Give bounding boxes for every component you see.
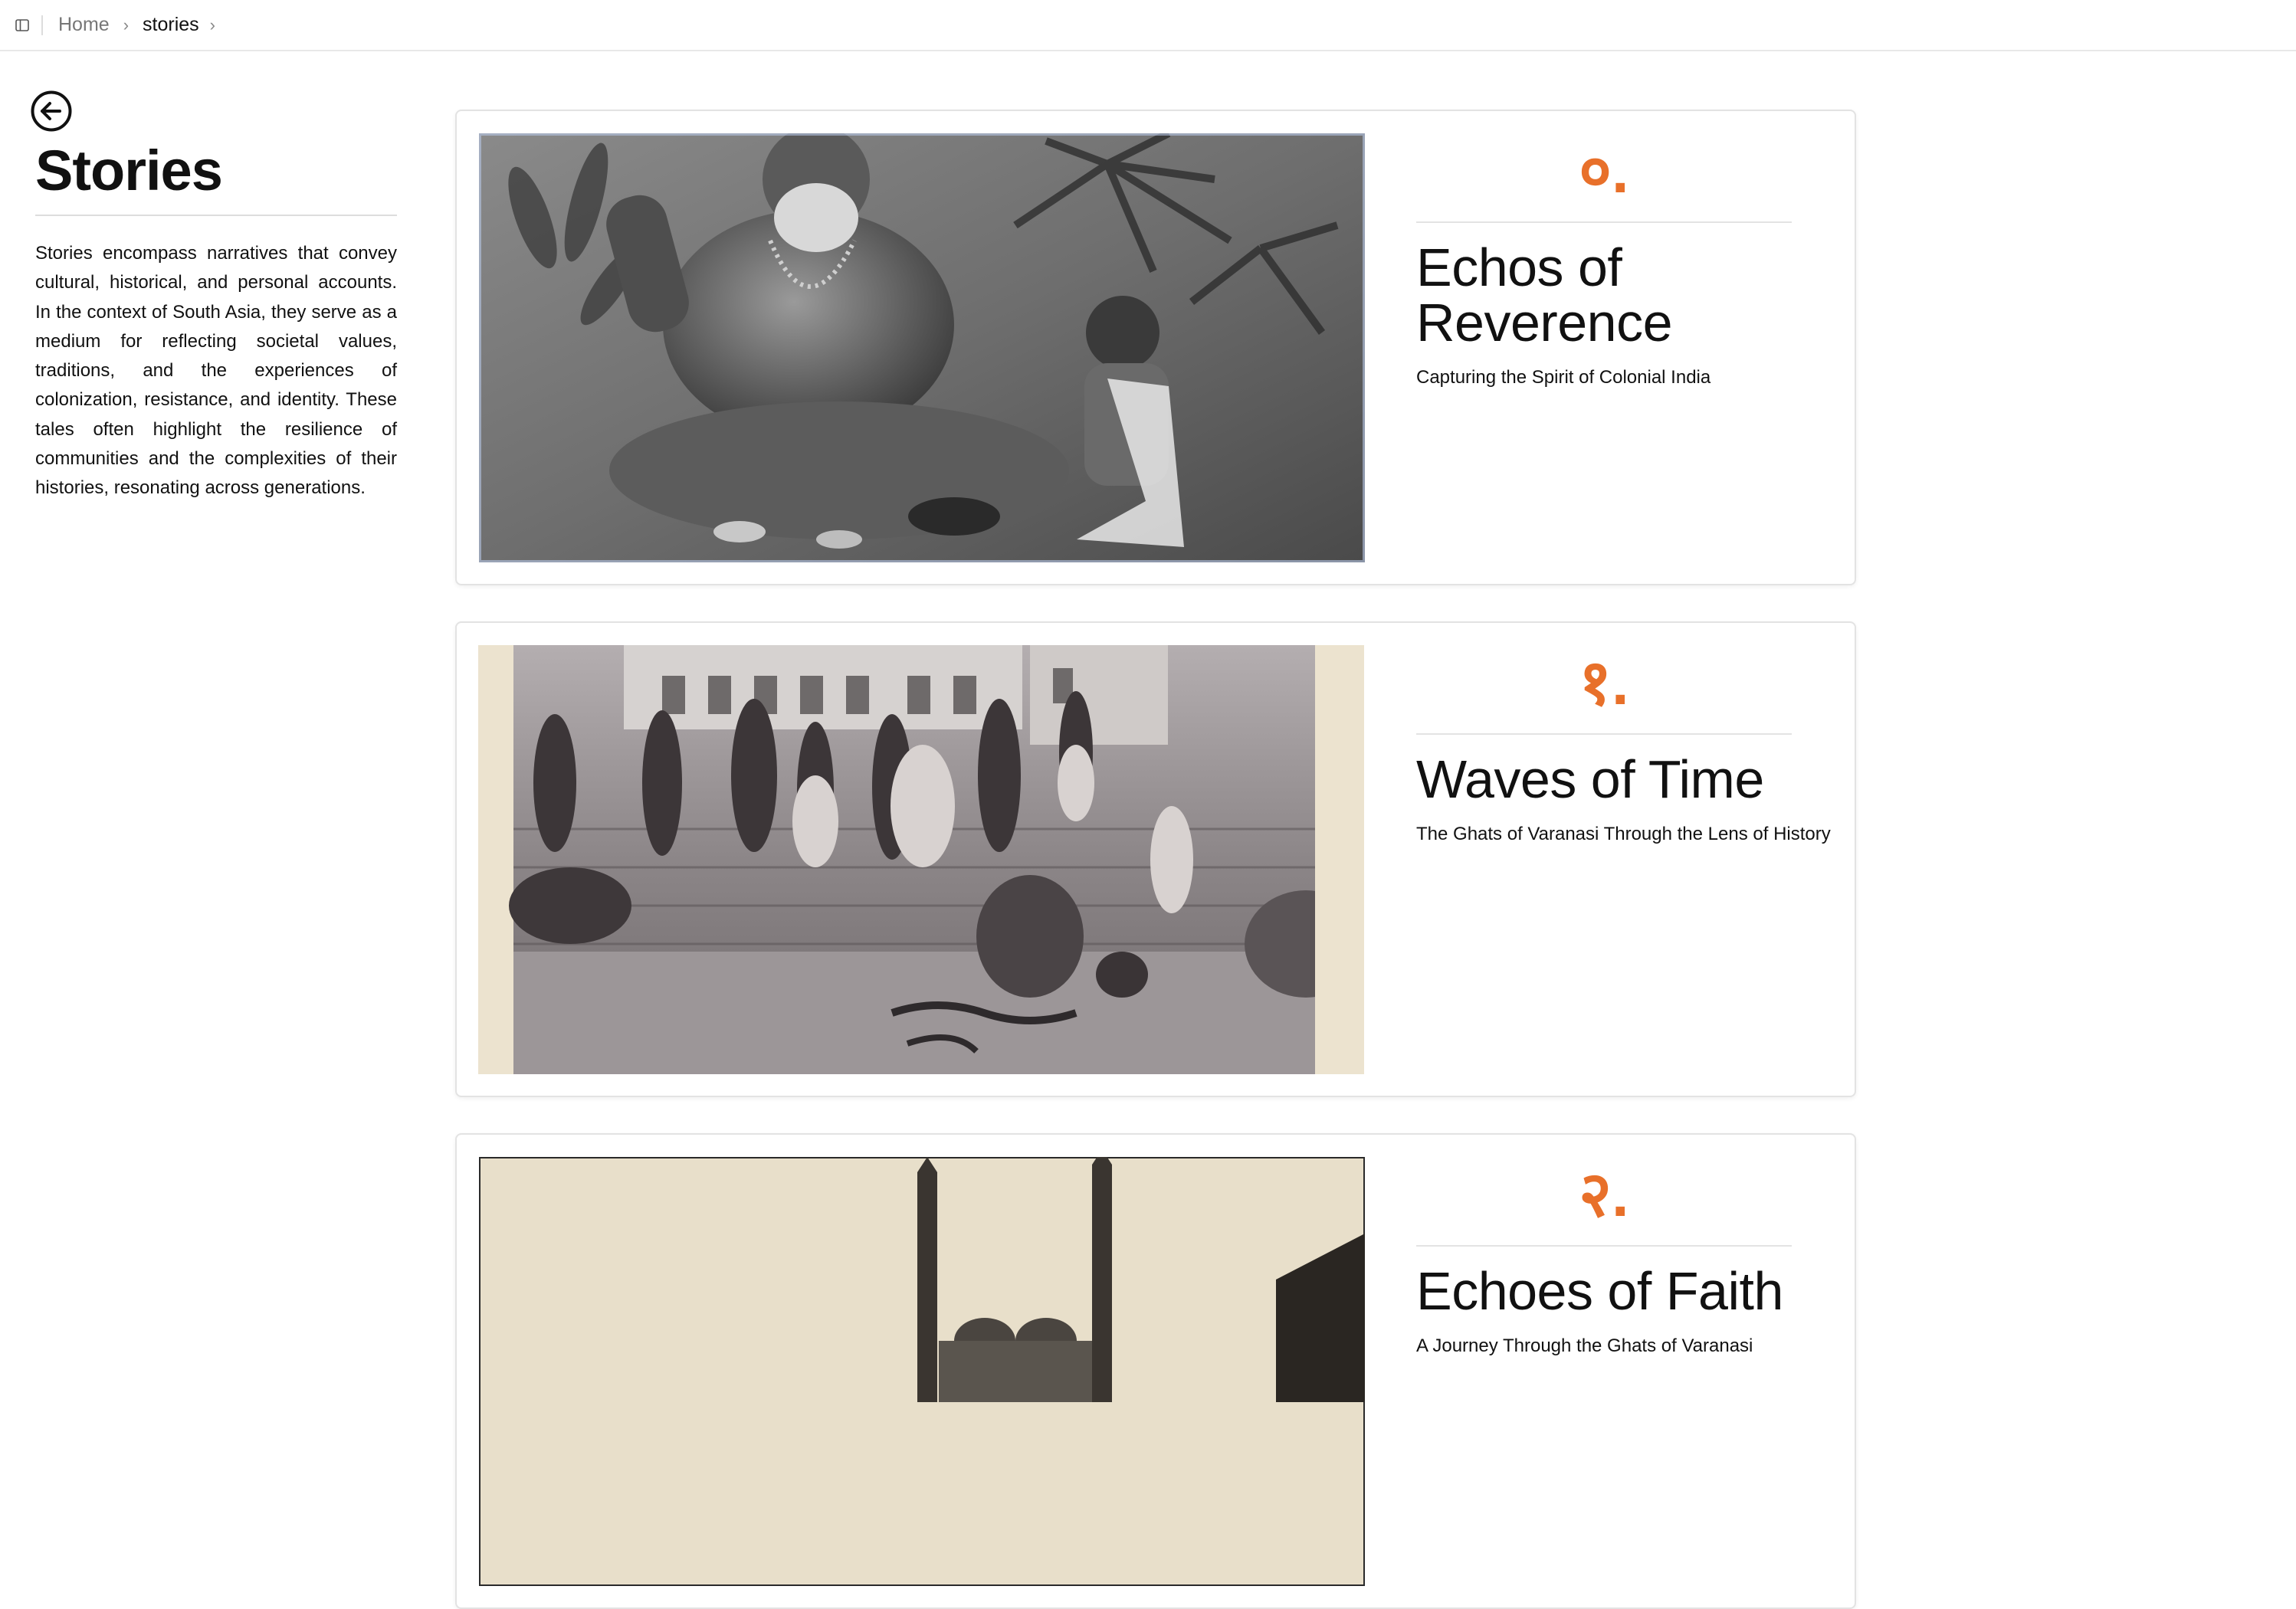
breadcrumb: Home › stories › (58, 14, 229, 36)
story-number: ०. (1579, 136, 1629, 206)
story-subtitle: Capturing the Spirit of Colonial India (1416, 367, 1711, 388)
page-title: Stories (35, 143, 397, 216)
breadcrumb-home[interactable]: Home (58, 14, 110, 36)
top-bar: Home › stories › (0, 0, 2296, 51)
topbar-divider (41, 15, 43, 35)
divider (1416, 733, 1792, 735)
page-description: Stories encompass narratives that convey… (35, 243, 397, 499)
arrow-left-circle-icon (31, 90, 72, 132)
story-subtitle: The Ghats of Varanasi Through the Lens o… (1416, 824, 1831, 844)
divider (1416, 221, 1792, 223)
story-card[interactable]: ०. Echos of Reverence Capturing the Spir… (455, 110, 1856, 585)
chevron-right-icon: › (123, 15, 130, 34)
sidebar-toggle-icon[interactable] (14, 17, 31, 34)
story-title[interactable]: Echos of Reverence (1416, 240, 1838, 350)
back-button[interactable] (31, 90, 72, 132)
story-card[interactable]: १. Waves of Time The Ghats of Varanasi T… (455, 621, 1856, 1097)
story-text: १. Waves of Time The Ghats of Varanasi T… (1416, 644, 1838, 845)
story-subtitle: A Journey Through the Ghats of Varanasi (1416, 1335, 1753, 1356)
story-number: १. (1579, 648, 1629, 718)
divider (1416, 1245, 1792, 1247)
story-card[interactable]: २. Echoes of Faith A Journey Through the… (455, 1133, 1856, 1609)
story-number: २. (1579, 1160, 1629, 1230)
intro-panel: Stories Stories encompass narratives tha… (31, 90, 397, 503)
story-title[interactable]: Waves of Time (1416, 752, 1838, 807)
story-text: ०. Echos of Reverence Capturing the Spir… (1416, 133, 1838, 388)
breadcrumb-stories[interactable]: stories (143, 14, 199, 36)
story-title[interactable]: Echoes of Faith (1416, 1263, 1838, 1319)
chevron-right-icon: › (209, 15, 215, 34)
story-photo (478, 645, 1364, 1074)
story-text: २. Echoes of Faith A Journey Through the… (1416, 1156, 1838, 1357)
story-photo (479, 1157, 1365, 1586)
story-photo (479, 133, 1365, 562)
